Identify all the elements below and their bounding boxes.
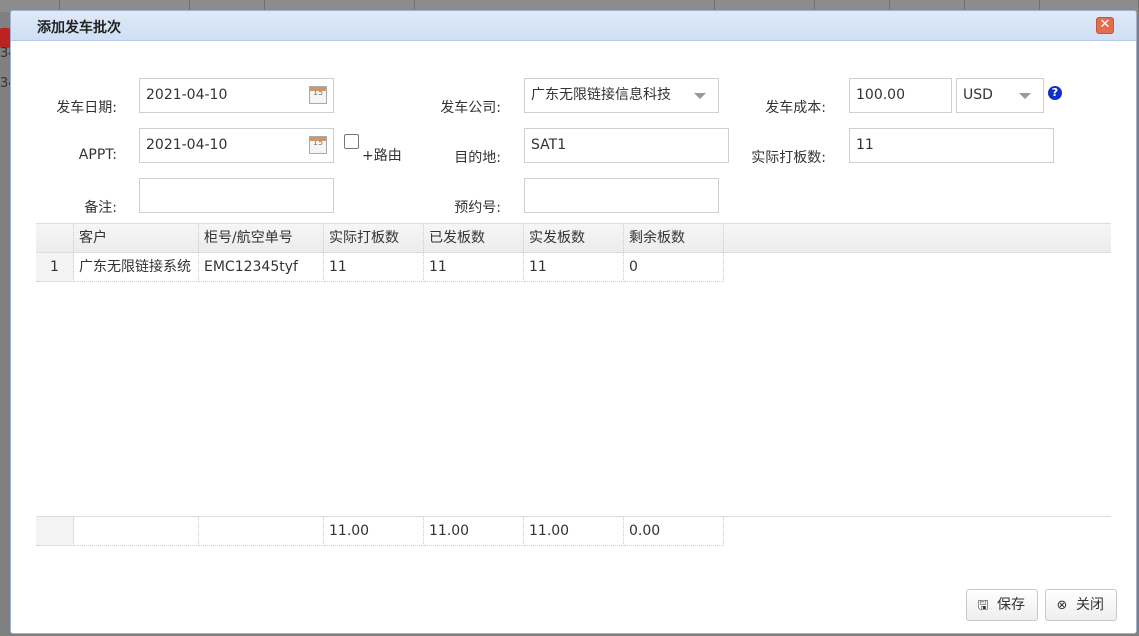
save-icon: 🖫 xyxy=(977,598,989,613)
column-header-container[interactable]: 柜号/航空单号 xyxy=(199,224,324,253)
appt-label: APPT: xyxy=(78,147,117,163)
column-header-customer[interactable]: 客户 xyxy=(74,224,199,253)
booking-label: 预约号: xyxy=(454,200,501,216)
booking-field[interactable] xyxy=(524,178,719,213)
currency-value: USD xyxy=(963,87,993,103)
calendar-icon[interactable]: 15 xyxy=(309,86,327,104)
cell-actual: 11 xyxy=(324,253,424,282)
cell-container: EMC12345tyf xyxy=(199,253,324,282)
destination-value: SAT1 xyxy=(531,137,567,153)
appt-date-value: 2021-04-10 xyxy=(146,137,228,153)
background-left-edge: 34 34 xyxy=(0,12,17,636)
footer-container xyxy=(199,517,324,546)
cost-label: 发车成本: xyxy=(765,100,826,116)
remark-field[interactable] xyxy=(139,178,334,213)
shipment-grid: 客户 柜号/航空单号 实际打板数 已发板数 实发板数 剩余板数 1 广东无限链接… xyxy=(36,223,1111,546)
column-header-actual[interactable]: 实际打板数 xyxy=(324,224,424,253)
close-circle-icon: ⊗ xyxy=(1056,598,1068,613)
close-button[interactable]: ⊗ 关闭 xyxy=(1045,589,1117,621)
cell-remaining: 0 xyxy=(624,253,724,282)
background-badge xyxy=(0,28,10,48)
company-select[interactable]: 广东无限链接信息科技 xyxy=(524,78,719,113)
currency-select[interactable]: USD xyxy=(956,78,1044,113)
grid-header-rownum xyxy=(36,224,74,253)
company-value: 广东无限链接信息科技 xyxy=(531,87,671,103)
pallets-value: 11 xyxy=(856,137,874,153)
dialog-title: 添加发车批次 xyxy=(37,20,121,36)
route-label: +路由 xyxy=(362,148,402,164)
footer-rownum xyxy=(36,517,74,546)
cell-customer: 广东无限链接系统 xyxy=(74,253,199,282)
column-header-real-sent[interactable]: 实发板数 xyxy=(524,224,624,253)
footer-customer xyxy=(74,517,199,546)
calendar-icon[interactable]: 15 xyxy=(309,136,327,154)
footer-remaining-total: 0.00 xyxy=(624,517,724,546)
row-number: 1 xyxy=(36,253,74,282)
remark-label: 备注: xyxy=(84,200,117,216)
add-departure-batch-dialog: 添加发车批次 ✕ 发车日期: 2021-04-10 15 发车公司: 广东无限链… xyxy=(10,10,1137,634)
help-icon[interactable]: ? xyxy=(1048,86,1062,100)
close-icon[interactable]: ✕ xyxy=(1096,17,1114,34)
cost-value: 100.00 xyxy=(856,87,905,103)
depart-date-label: 发车日期: xyxy=(56,100,117,116)
close-button-label: 关闭 xyxy=(1076,597,1104,613)
chevron-down-icon xyxy=(1019,93,1031,99)
destination-field[interactable]: SAT1 xyxy=(524,128,729,163)
footer-real-sent-total: 11.00 xyxy=(524,517,624,546)
cell-real-sent: 11 xyxy=(524,253,624,282)
pallets-field[interactable]: 11 xyxy=(849,128,1054,163)
pallets-label: 实际打板数: xyxy=(751,150,826,166)
column-header-remaining[interactable]: 剩余板数 xyxy=(624,224,724,253)
destination-label: 目的地: xyxy=(454,150,501,166)
depart-date-value: 2021-04-10 xyxy=(146,87,228,103)
footer-sent-total: 11.00 xyxy=(424,517,524,546)
grid-footer: 11.00 11.00 11.00 0.00 xyxy=(36,516,1111,546)
batch-form: 发车日期: 2021-04-10 15 发车公司: 广东无限链接信息科技 发车成… xyxy=(11,41,1136,221)
company-label: 发车公司: xyxy=(440,100,501,116)
cost-field[interactable]: 100.00 xyxy=(849,78,952,113)
column-header-sent[interactable]: 已发板数 xyxy=(424,224,524,253)
chevron-down-icon xyxy=(694,93,706,99)
dialog-titlebar: 添加发车批次 ✕ xyxy=(11,11,1136,41)
footer-actual-total: 11.00 xyxy=(324,517,424,546)
save-button-label: 保存 xyxy=(997,597,1025,613)
appt-date-field[interactable]: 2021-04-10 15 xyxy=(139,128,334,163)
cell-sent: 11 xyxy=(424,253,524,282)
route-checkbox[interactable] xyxy=(344,134,359,149)
grid-header: 客户 柜号/航空单号 实际打板数 已发板数 实发板数 剩余板数 xyxy=(36,224,1111,253)
depart-date-field[interactable]: 2021-04-10 15 xyxy=(139,78,334,113)
save-button[interactable]: 🖫 保存 xyxy=(966,589,1038,621)
